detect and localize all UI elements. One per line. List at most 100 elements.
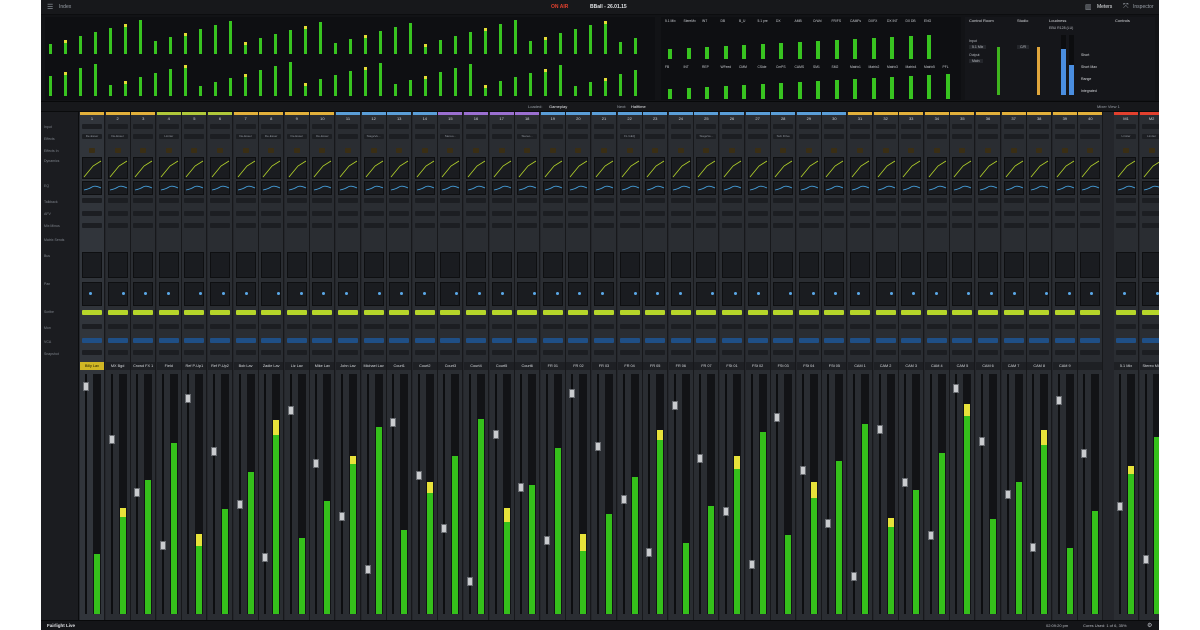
bus-sends[interactable] xyxy=(261,252,282,278)
effects-in-button[interactable] xyxy=(217,148,223,153)
channel-strip[interactable]: 12 StageVe... Michael Lav xyxy=(361,112,387,620)
input-select[interactable] xyxy=(210,124,230,129)
input-select[interactable] xyxy=(235,124,256,129)
monitor-button[interactable] xyxy=(414,324,435,329)
effects-slot[interactable] xyxy=(1054,134,1075,139)
pan-control[interactable] xyxy=(875,282,896,306)
vca-assign[interactable] xyxy=(670,338,691,343)
channel-name[interactable]: MX Bgd xyxy=(105,362,130,370)
bus-sends[interactable] xyxy=(440,252,461,278)
eq-graph[interactable] xyxy=(235,181,256,195)
afv-button[interactable] xyxy=(696,211,717,216)
channel-strip[interactable]: 27 FSt 02 xyxy=(745,112,771,620)
vca-assign[interactable] xyxy=(1029,338,1050,343)
channel-name[interactable]: Zadie Lav xyxy=(259,362,284,370)
fader-knob[interactable] xyxy=(595,442,601,451)
bus-sends[interactable] xyxy=(1054,252,1075,278)
snapshot-button[interactable] xyxy=(1080,350,1101,355)
monitor-button[interactable] xyxy=(594,324,614,329)
pan-control[interactable] xyxy=(158,282,179,306)
talkback-button[interactable] xyxy=(363,198,384,203)
fader-track[interactable] xyxy=(929,374,932,614)
channel-strip[interactable]: 20 FR 02 xyxy=(566,112,592,620)
input-select[interactable] xyxy=(1054,124,1075,129)
snapshot-button[interactable] xyxy=(978,350,998,355)
afv-button[interactable] xyxy=(747,211,768,216)
fader-knob[interactable] xyxy=(518,483,525,492)
talkback-button[interactable] xyxy=(619,198,640,203)
channel-strip[interactable]: 14 Court2 xyxy=(412,112,438,620)
afv-button[interactable] xyxy=(1029,211,1050,216)
vca-assign[interactable] xyxy=(619,338,640,343)
effects-slot[interactable] xyxy=(901,134,922,139)
bus-sends[interactable] xyxy=(363,252,384,278)
fader-knob[interactable] xyxy=(134,488,141,497)
pan-control[interactable] xyxy=(414,282,435,306)
monitor-button[interactable] xyxy=(850,324,870,329)
fader-knob[interactable] xyxy=(108,435,115,444)
pan-control[interactable] xyxy=(773,282,794,306)
channel-strip[interactable]: 22 FL GEQ FR 04 xyxy=(617,112,643,620)
pan-control[interactable] xyxy=(210,282,230,306)
afv-button[interactable] xyxy=(542,211,563,216)
dynamics-graph[interactable] xyxy=(594,157,614,179)
bus-sends[interactable] xyxy=(184,252,205,278)
afv-button[interactable] xyxy=(1054,211,1075,216)
bus-label[interactable]: DX DB xyxy=(906,19,916,23)
snapshot-button[interactable] xyxy=(619,350,640,355)
input-select[interactable] xyxy=(517,124,538,129)
eq-graph[interactable] xyxy=(978,181,998,195)
afv-button[interactable] xyxy=(594,211,614,216)
bus-sends[interactable] xyxy=(901,252,922,278)
eq-graph[interactable] xyxy=(1054,181,1075,195)
fader-knob[interactable] xyxy=(236,500,243,509)
effects-in-button[interactable] xyxy=(293,148,300,153)
snapshot-button[interactable] xyxy=(1116,350,1136,355)
next-snapshot[interactable]: Halftime xyxy=(631,104,646,109)
dynamics-graph[interactable] xyxy=(798,157,819,179)
talkback-button[interactable] xyxy=(389,198,410,203)
mix-minus-slot[interactable] xyxy=(773,223,794,228)
monitor-button[interactable] xyxy=(338,324,358,329)
snapshot-button[interactable] xyxy=(722,350,742,355)
fader-track[interactable] xyxy=(341,374,343,614)
effects-in-button[interactable] xyxy=(959,148,966,153)
effects-slot[interactable]: De-Esser xyxy=(261,134,282,139)
input-select[interactable] xyxy=(82,124,102,129)
fader-knob[interactable] xyxy=(467,577,473,586)
effects-slot[interactable] xyxy=(133,134,154,139)
fader-knob[interactable] xyxy=(646,548,653,557)
pan-control[interactable] xyxy=(798,282,819,306)
channel-strip[interactable]: 9 De-Esser Liz Lav xyxy=(284,112,310,620)
snapshot-button[interactable] xyxy=(107,350,128,355)
bus-sends[interactable] xyxy=(210,252,230,278)
monitor-button[interactable] xyxy=(1116,324,1136,329)
talkback-button[interactable] xyxy=(338,198,358,203)
afv-button[interactable] xyxy=(107,211,128,216)
fader-knob[interactable] xyxy=(979,437,985,446)
eq-graph[interactable] xyxy=(1003,181,1024,195)
effects-in-button[interactable] xyxy=(549,148,556,153)
vca-assign[interactable] xyxy=(824,338,845,343)
bus-label[interactable]: FR/FS xyxy=(832,19,842,23)
snapshot-button[interactable] xyxy=(414,350,435,355)
channel-strip[interactable]: 2 De-Esser MX Bgd xyxy=(105,112,131,620)
vca-assign[interactable] xyxy=(1054,338,1075,343)
monitor-button[interactable] xyxy=(261,324,282,329)
input-select[interactable] xyxy=(312,124,333,129)
channel-name[interactable]: FR 07 xyxy=(694,362,719,370)
bus-label[interactable]: CMM xyxy=(739,65,747,69)
snapshot-button[interactable] xyxy=(1029,350,1050,355)
fader-knob[interactable] xyxy=(620,495,627,504)
channel-strip[interactable]: M2 Limiter Stereo Mix xyxy=(1139,112,1159,620)
monitor-button[interactable] xyxy=(184,324,205,329)
fader-knob[interactable] xyxy=(543,536,550,545)
mix-minus-slot[interactable] xyxy=(926,223,947,228)
bus-label[interactable]: AMB xyxy=(795,19,802,23)
eq-graph[interactable] xyxy=(312,181,333,195)
input-select[interactable] xyxy=(389,124,410,129)
effects-slot[interactable]: De-Esser xyxy=(312,134,333,139)
fader-knob[interactable] xyxy=(774,413,781,422)
afv-button[interactable] xyxy=(210,211,230,216)
monitor-button[interactable] xyxy=(517,324,538,329)
